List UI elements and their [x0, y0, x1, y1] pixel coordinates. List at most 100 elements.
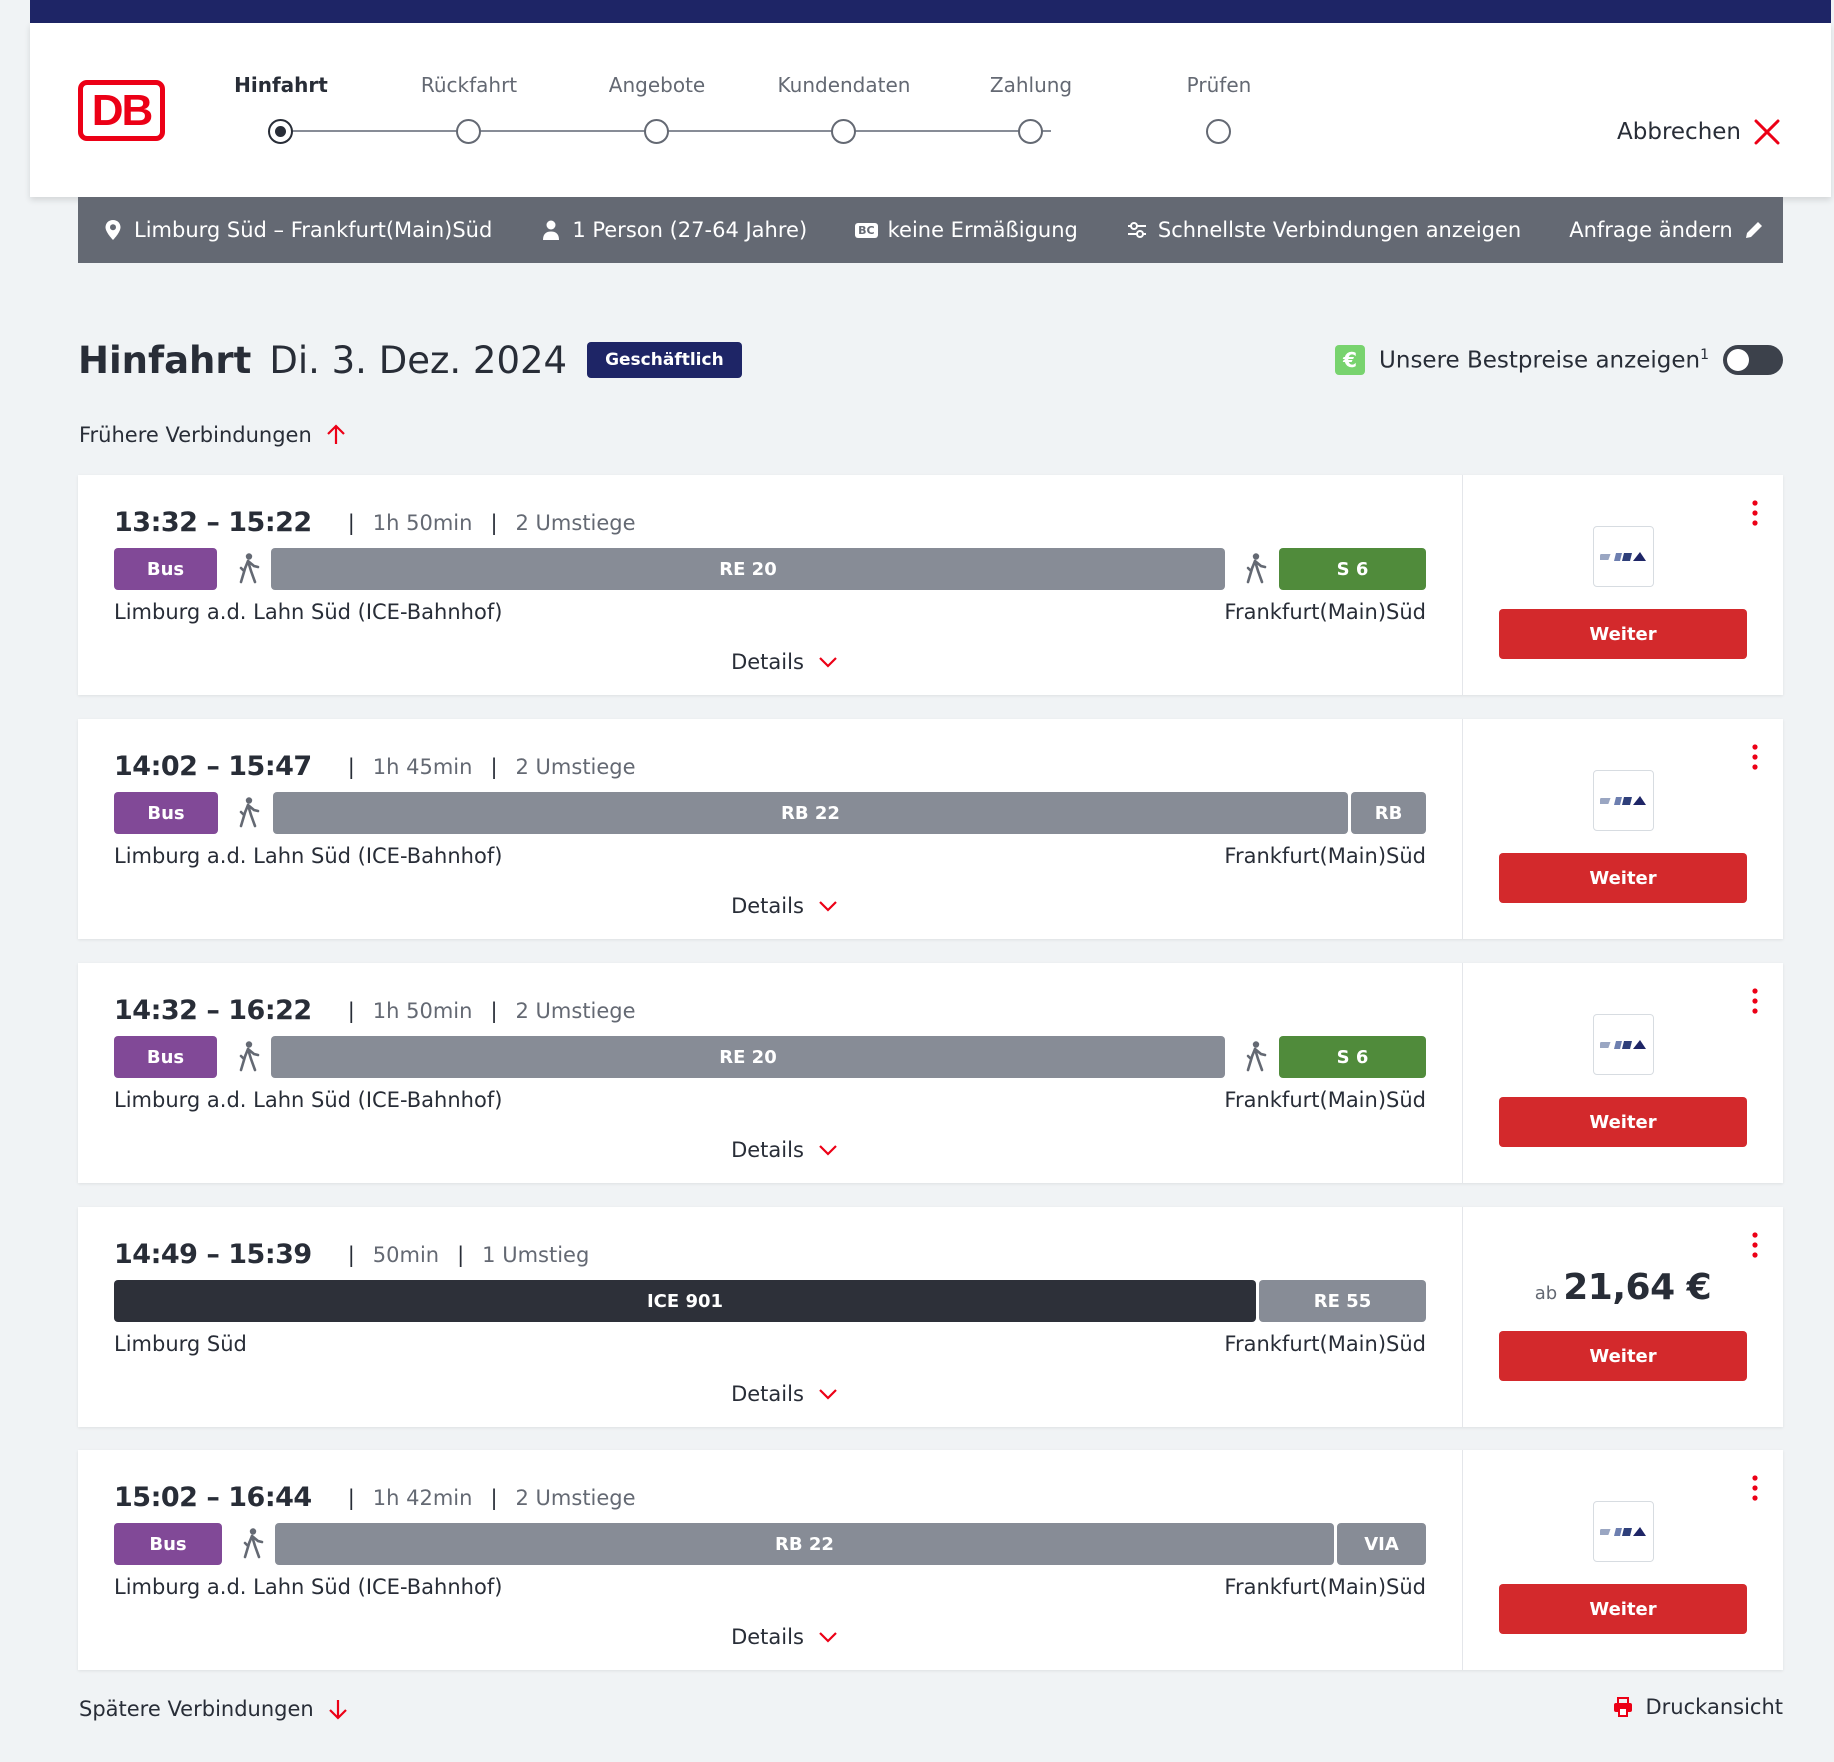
transport-segment[interactable]: RE 20 — [271, 1036, 1225, 1078]
step-dot — [456, 119, 481, 144]
operator-logo-rmv — [1593, 770, 1654, 831]
transport-segment[interactable]: RE 55 — [1259, 1280, 1426, 1322]
continue-button[interactable]: Weiter — [1499, 1331, 1747, 1381]
origin-station: Limburg a.d. Lahn Süd (ICE-Bahnhof) — [114, 1088, 503, 1112]
transport-segment[interactable]: RB 22 — [273, 792, 1348, 834]
walking-icon — [1238, 1040, 1272, 1074]
connection-summary: 15:02 – 16:44 | 1h 42min | 2 Umstiege — [114, 1482, 636, 1513]
continue-button[interactable]: Weiter — [1499, 609, 1747, 659]
route-timeline[interactable]: Bus RB 22 VIA — [114, 1523, 1426, 1565]
details-toggle[interactable]: Details — [78, 1138, 1463, 1162]
departure-arrival-time: 14:02 – 15:47 — [114, 751, 312, 782]
travel-duration: 1h 42min — [372, 1485, 473, 1510]
travel-duration: 1h 50min — [372, 510, 473, 535]
step-label: Kundendaten — [777, 73, 911, 97]
transport-segment[interactable]: VIA — [1337, 1523, 1426, 1565]
connection-card: 14:32 – 16:22 | 1h 50min | 2 Umstiege Bus RE 2… — [78, 963, 1783, 1183]
details-toggle[interactable]: Details — [78, 650, 1463, 674]
details-toggle[interactable]: Details — [78, 894, 1463, 918]
connection-card: 14:02 – 15:47 | 1h 45min | 2 Umstiege Bus RB 2… — [78, 719, 1783, 939]
step-label: Zahlung — [989, 73, 1073, 97]
print-view-link[interactable]: Druckansicht — [1612, 1695, 1784, 1719]
connection-info: 14:02 – 15:47 | 1h 45min | 2 Umstiege Bus RB 2… — [78, 719, 1463, 939]
details-label: Details — [731, 1625, 804, 1649]
route-timeline[interactable]: Bus RE 20 S 6 — [114, 1036, 1426, 1078]
connection-summary: 13:32 – 15:22 | 1h 50min | 2 Umstiege — [114, 507, 636, 538]
station-names: Limburg Süd Frankfurt(Main)Süd — [114, 1332, 1426, 1356]
arrow-up-icon — [326, 424, 345, 444]
cancel-button[interactable]: Abbrechen — [1617, 118, 1781, 146]
details-toggle[interactable]: Details — [78, 1382, 1463, 1406]
step-zahlung[interactable]: Zahlung — [961, 73, 1101, 144]
step-pruefen[interactable]: Prüfen — [1149, 73, 1289, 144]
bestprice-footnote: 1 — [1700, 346, 1709, 363]
transport-segment[interactable]: Bus — [114, 792, 218, 834]
route-info: Limburg Süd – Frankfurt(Main)Süd — [102, 218, 492, 242]
more-options-icon[interactable] — [1749, 1474, 1761, 1502]
later-connections-label: Spätere Verbindungen — [79, 1697, 314, 1721]
more-options-icon[interactable] — [1749, 743, 1761, 771]
destination-station: Frankfurt(Main)Süd — [1224, 600, 1426, 624]
separator: | — [347, 1485, 355, 1510]
edit-query-button[interactable]: Anfrage ändern — [1569, 218, 1765, 242]
walking-icon — [235, 1527, 269, 1561]
route-timeline[interactable]: Bus RE 20 S 6 — [114, 548, 1426, 590]
step-dot — [1206, 119, 1231, 144]
business-badge: Geschäftlich — [587, 342, 742, 378]
operator-logo-rmv — [1593, 1501, 1654, 1562]
continue-button[interactable]: Weiter — [1499, 1584, 1747, 1634]
connection-summary: 14:02 – 15:47 | 1h 45min | 2 Umstiege — [114, 751, 636, 782]
more-options-icon[interactable] — [1749, 1231, 1761, 1259]
connection-info: 15:02 – 16:44 | 1h 42min | 2 Umstiege Bus RB 2… — [78, 1450, 1463, 1670]
offer-panel: Weiter — [1463, 719, 1783, 939]
separator: | — [490, 754, 498, 779]
transport-segment[interactable]: ICE 901 — [114, 1280, 1256, 1322]
more-options-icon[interactable] — [1749, 499, 1761, 527]
filter-text: Schnellste Verbindungen anzeigen — [1157, 218, 1522, 242]
continue-button[interactable]: Weiter — [1499, 853, 1747, 903]
step-hinfahrt[interactable]: Hinfahrt — [211, 73, 351, 144]
price-value: 21,64 € — [1563, 1267, 1712, 1308]
booking-header: DB Hinfahrt Rückfahrt Angebote Kundendat… — [30, 23, 1831, 197]
print-view-label: Druckansicht — [1645, 1695, 1784, 1719]
top-accent-bar — [30, 0, 1831, 23]
price-display: ab 21,64 € — [1463, 1267, 1783, 1308]
passenger-text: 1 Person (27-64 Jahre) — [572, 218, 808, 242]
travel-duration: 1h 45min — [372, 754, 473, 779]
later-connections-link[interactable]: Spätere Verbindungen — [79, 1697, 350, 1721]
continue-button[interactable]: Weiter — [1499, 1097, 1747, 1147]
step-rueckfahrt[interactable]: Rückfahrt — [399, 73, 539, 144]
step-angebote[interactable]: Angebote — [587, 73, 727, 144]
step-kundendaten[interactable]: Kundendaten — [774, 73, 914, 144]
step-label: Prüfen — [1186, 73, 1252, 97]
walking-icon — [231, 552, 265, 586]
transport-segment[interactable]: RB — [1351, 792, 1426, 834]
station-names: Limburg a.d. Lahn Süd (ICE-Bahnhof) Frank… — [114, 1088, 1426, 1112]
earlier-connections-link[interactable]: Frühere Verbindungen — [79, 423, 348, 447]
route-timeline[interactable]: Bus RB 22 RB — [114, 792, 1426, 834]
separator: | — [347, 1242, 355, 1267]
step-label: Rückfahrt — [420, 73, 518, 97]
transfer-count: 2 Umstiege — [515, 754, 636, 779]
transport-segment[interactable]: S 6 — [1279, 1036, 1426, 1078]
origin-station: Limburg a.d. Lahn Süd (ICE-Bahnhof) — [114, 600, 503, 624]
transport-segment[interactable]: Bus — [114, 548, 217, 590]
transport-segment[interactable]: Bus — [114, 1523, 222, 1565]
separator: | — [347, 510, 355, 535]
transport-segment[interactable]: RE 20 — [271, 548, 1225, 590]
transport-segment[interactable]: RB 22 — [275, 1523, 1334, 1565]
cancel-label: Abbrechen — [1617, 119, 1741, 145]
details-toggle[interactable]: Details — [78, 1625, 1463, 1649]
operator-logo-rmv — [1593, 1014, 1654, 1075]
separator: | — [490, 1485, 498, 1510]
offer-panel: Weiter — [1463, 475, 1783, 695]
bestprice-toggle[interactable] — [1723, 345, 1783, 375]
more-options-icon[interactable] — [1749, 987, 1761, 1015]
departure-arrival-time: 14:32 – 16:22 — [114, 995, 312, 1026]
separator: | — [490, 998, 498, 1023]
transport-segment[interactable]: Bus — [114, 1036, 217, 1078]
route-timeline[interactable]: ICE 901 RE 55 — [114, 1280, 1426, 1322]
station-names: Limburg a.d. Lahn Süd (ICE-Bahnhof) Frank… — [114, 844, 1426, 868]
details-label: Details — [731, 894, 804, 918]
transport-segment[interactable]: S 6 — [1279, 548, 1426, 590]
